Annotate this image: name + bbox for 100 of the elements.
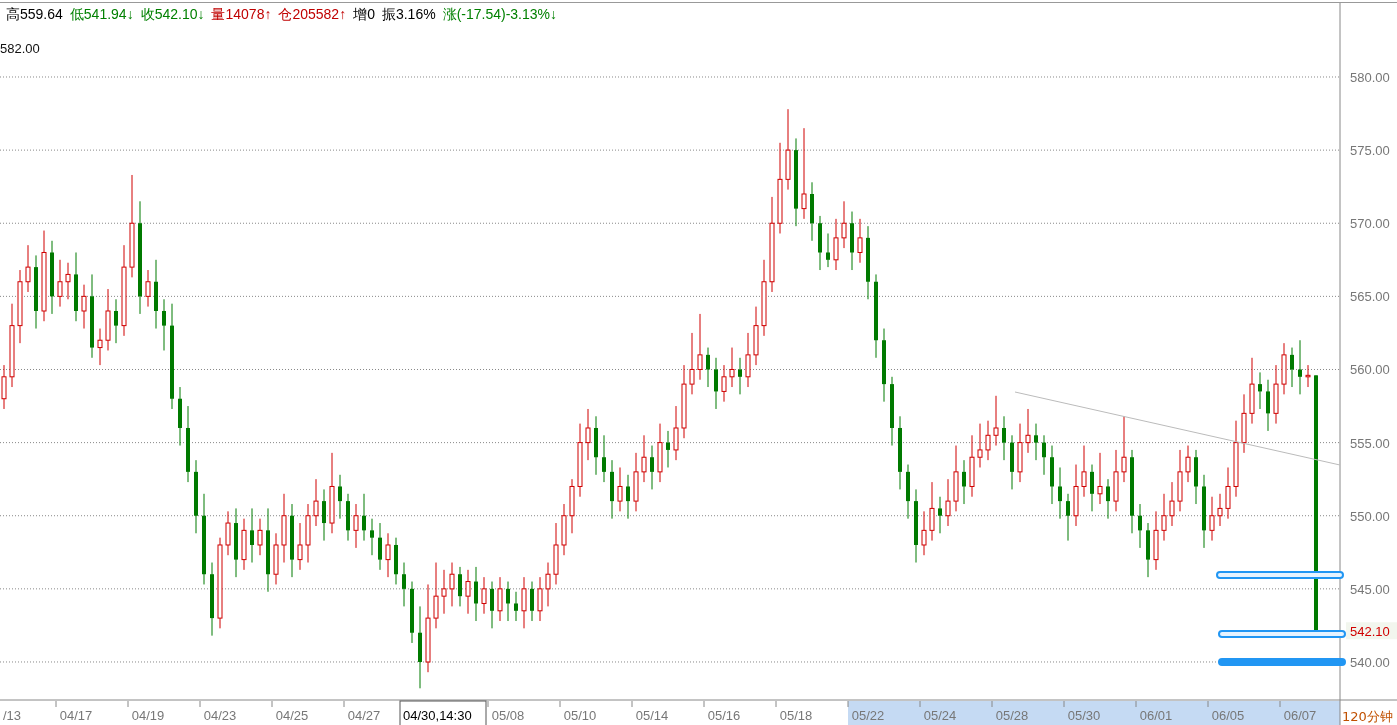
candle bbox=[1034, 423, 1038, 461]
candle bbox=[441, 569, 447, 615]
candle bbox=[458, 566, 462, 607]
candle bbox=[162, 298, 166, 351]
candle bbox=[370, 518, 374, 556]
candle bbox=[553, 522, 559, 585]
candle bbox=[178, 386, 182, 447]
candle bbox=[610, 459, 614, 520]
candle bbox=[1002, 415, 1006, 461]
candle bbox=[977, 423, 983, 468]
candle bbox=[1161, 493, 1167, 542]
axis-label: 05/08 bbox=[491, 708, 525, 723]
candle bbox=[145, 269, 151, 308]
candle bbox=[689, 332, 695, 395]
axis-label: 545.00 bbox=[1350, 581, 1390, 597]
candle bbox=[666, 430, 670, 468]
candle bbox=[273, 532, 279, 585]
candle bbox=[1042, 434, 1046, 476]
candle bbox=[826, 233, 830, 268]
candle bbox=[297, 522, 303, 571]
candle bbox=[521, 576, 527, 629]
candle bbox=[281, 493, 287, 564]
candle bbox=[449, 562, 455, 607]
axis-label: 05/14 bbox=[635, 708, 669, 723]
candle bbox=[921, 510, 927, 556]
candle bbox=[1050, 445, 1054, 505]
quote-field: 增0 bbox=[353, 6, 375, 24]
candle bbox=[938, 496, 942, 534]
candle bbox=[1097, 452, 1103, 505]
candle bbox=[1058, 466, 1062, 520]
candle bbox=[569, 478, 575, 534]
candle bbox=[738, 357, 742, 395]
candle bbox=[81, 284, 87, 330]
candle bbox=[25, 244, 31, 293]
candle bbox=[697, 313, 703, 381]
axis-label: 05/18 bbox=[779, 708, 813, 723]
candle bbox=[969, 434, 975, 498]
candle bbox=[833, 218, 839, 271]
candle bbox=[906, 464, 910, 520]
candle bbox=[585, 408, 591, 461]
candle bbox=[234, 507, 238, 578]
cursor-time-label: 04/30,14:30 bbox=[399, 700, 487, 725]
candle bbox=[985, 420, 991, 461]
candle bbox=[1121, 415, 1127, 483]
candle bbox=[241, 518, 247, 571]
axis-label: 05/30 bbox=[1067, 708, 1101, 723]
candle bbox=[633, 452, 639, 512]
candle bbox=[1241, 393, 1247, 454]
candle bbox=[490, 581, 494, 629]
axis-label: 560.00 bbox=[1350, 362, 1390, 378]
candle bbox=[1146, 522, 1150, 578]
candle bbox=[474, 566, 478, 622]
candle bbox=[561, 503, 567, 556]
axis-label: 04/17 bbox=[59, 708, 93, 723]
quote-field: 收542.10↓ bbox=[140, 6, 205, 24]
candle bbox=[1258, 371, 1262, 410]
current-price-label: 542.10 bbox=[1346, 622, 1397, 640]
candle bbox=[114, 298, 118, 344]
candle bbox=[1169, 481, 1175, 527]
candle bbox=[841, 200, 847, 249]
axis-label: 05/22 bbox=[851, 708, 885, 723]
candle bbox=[1273, 364, 1279, 425]
candle bbox=[993, 395, 999, 447]
axis-label: 06/05 bbox=[1211, 708, 1245, 723]
period-label[interactable]: 120分钟 bbox=[1342, 709, 1393, 724]
candle bbox=[1138, 503, 1142, 549]
axis-label: 04/27 bbox=[347, 708, 381, 723]
axis-label: 04/25 bbox=[275, 708, 309, 723]
candle bbox=[714, 357, 718, 410]
candle bbox=[1090, 464, 1094, 512]
axis-label: 550.00 bbox=[1350, 508, 1390, 524]
candle bbox=[594, 415, 598, 476]
trend-line[interactable] bbox=[1014, 391, 1341, 466]
quote-field: 高559.64 bbox=[6, 6, 63, 24]
candle bbox=[322, 488, 326, 542]
axis-label: 05/24 bbox=[923, 708, 957, 723]
candle bbox=[353, 503, 359, 549]
candle bbox=[626, 474, 630, 520]
candle bbox=[1025, 408, 1031, 454]
candle bbox=[706, 347, 710, 388]
candle bbox=[753, 306, 759, 366]
candle bbox=[1194, 449, 1198, 505]
candle bbox=[105, 288, 111, 351]
candle bbox=[514, 591, 518, 622]
candle bbox=[65, 262, 71, 300]
price-label: 582.00 bbox=[0, 41, 40, 56]
candle bbox=[154, 259, 158, 330]
quote-field: 低541.94↓ bbox=[69, 6, 134, 24]
candle bbox=[641, 434, 647, 483]
candle bbox=[481, 576, 487, 615]
candle bbox=[1081, 445, 1087, 498]
candle bbox=[433, 562, 439, 629]
candle bbox=[497, 576, 503, 622]
candle bbox=[617, 466, 623, 512]
quote-field: 仓205582↑ bbox=[278, 6, 347, 24]
candle bbox=[745, 332, 751, 388]
candle bbox=[962, 459, 966, 505]
axis-label: 540.00 bbox=[1350, 655, 1390, 670]
candle bbox=[1, 364, 7, 410]
candle bbox=[729, 347, 735, 388]
